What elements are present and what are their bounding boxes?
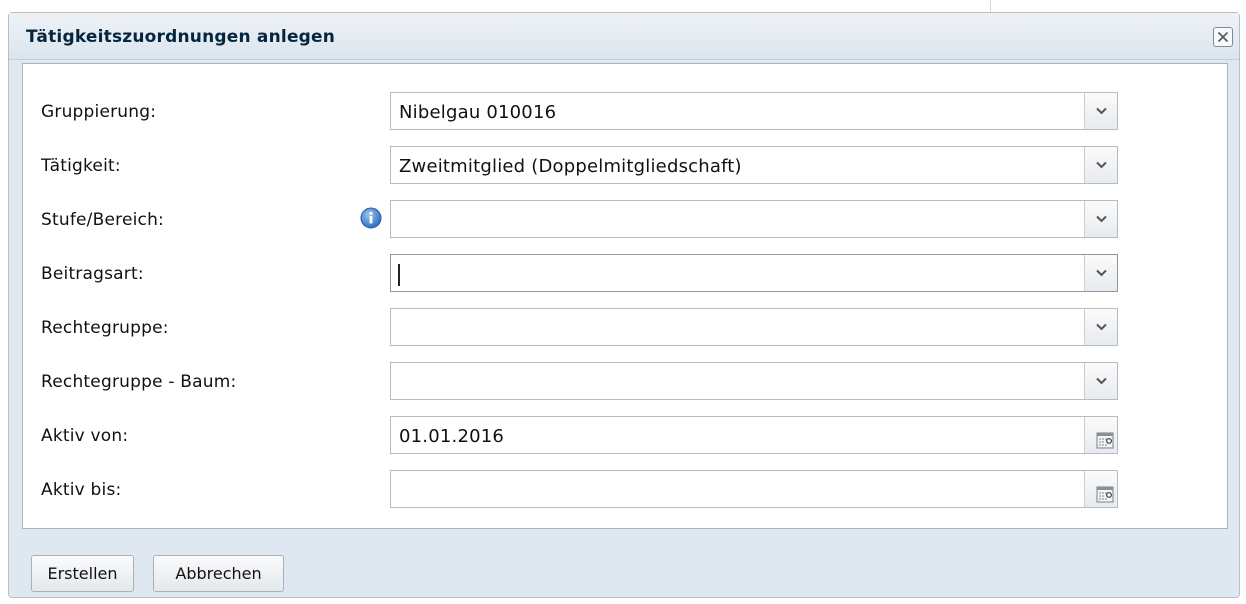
rechtegruppe-dropdown-trigger[interactable] (1084, 309, 1117, 345)
chevron-down-icon (1096, 161, 1107, 169)
cancel-button[interactable]: Abbrechen (153, 555, 284, 592)
row-beitragsart: Beitragsart: (23, 254, 1227, 294)
calendar-icon (1096, 432, 1114, 449)
aktiv-bis-datefield[interactable] (390, 470, 1118, 508)
chevron-down-icon (1096, 323, 1107, 331)
label-rechtegruppe: Rechtegruppe: (41, 318, 169, 338)
chevron-down-icon (1096, 377, 1107, 385)
row-aktiv-bis: Aktiv bis: (23, 470, 1227, 510)
label-rechtegruppe-baum: Rechtegruppe - Baum: (41, 372, 237, 392)
aktiv-von-datefield[interactable]: 01.01.2016 (390, 416, 1118, 454)
chevron-down-icon (1096, 107, 1107, 115)
label-taetigkeit: Tätigkeit: (41, 156, 121, 176)
label-stufe-bereich: Stufe/Bereich: (41, 210, 164, 230)
rechtegruppe-baum-dropdown-trigger[interactable] (1084, 363, 1117, 399)
gruppierung-value[interactable]: Nibelgau 010016 (399, 102, 556, 123)
aktiv-von-value[interactable]: 01.01.2016 (399, 426, 504, 447)
beitragsart-dropdown-trigger[interactable] (1084, 255, 1117, 291)
stufe-bereich-dropdown-trigger[interactable] (1084, 201, 1117, 237)
calendar-icon (1096, 486, 1114, 503)
gruppierung-dropdown-trigger[interactable] (1084, 93, 1117, 129)
form-panel: Gruppierung: Nibelgau 010016 Tätigkeit: … (22, 63, 1228, 529)
label-aktiv-bis: Aktiv bis: (41, 480, 122, 500)
chevron-down-icon (1096, 215, 1107, 223)
row-aktiv-von: Aktiv von: 01.01.2016 (23, 416, 1227, 456)
info-icon[interactable] (360, 207, 382, 229)
row-stufe-bereich: Stufe/Bereich: (23, 200, 1227, 240)
row-taetigkeit: Tätigkeit: Zweitmitglied (Doppelmitglied… (23, 146, 1227, 186)
label-beitragsart: Beitragsart: (41, 264, 144, 284)
close-icon (1217, 31, 1229, 43)
chevron-down-icon (1096, 269, 1107, 277)
text-cursor (398, 264, 400, 286)
label-gruppierung: Gruppierung: (41, 102, 157, 122)
aktiv-bis-calendar-trigger[interactable] (1084, 471, 1117, 507)
row-rechtegruppe: Rechtegruppe: (23, 308, 1227, 348)
rechtegruppe-combo[interactable] (390, 308, 1118, 346)
row-gruppierung: Gruppierung: Nibelgau 010016 (23, 92, 1227, 132)
taetigkeit-dropdown-trigger[interactable] (1084, 147, 1117, 183)
gruppierung-combo[interactable]: Nibelgau 010016 (390, 92, 1118, 130)
dialog-window: Tätigkeitszuordnungen anlegen Gruppierun… (8, 12, 1240, 598)
close-button[interactable] (1213, 27, 1233, 47)
taetigkeit-combo[interactable]: Zweitmitglied (Doppelmitgliedschaft) (390, 146, 1118, 184)
label-aktiv-von: Aktiv von: (41, 426, 129, 446)
taetigkeit-value[interactable]: Zweitmitglied (Doppelmitgliedschaft) (399, 156, 742, 177)
dialog-header: Tätigkeitszuordnungen anlegen (9, 13, 1239, 60)
aktiv-von-calendar-trigger[interactable] (1084, 417, 1117, 453)
create-button[interactable]: Erstellen (31, 555, 134, 592)
rechtegruppe-baum-combo[interactable] (390, 362, 1118, 400)
stufe-bereich-combo[interactable] (390, 200, 1118, 238)
dialog-title: Tätigkeitszuordnungen anlegen (26, 27, 336, 47)
row-rechtegruppe-baum: Rechtegruppe - Baum: (23, 362, 1227, 402)
beitragsart-combo[interactable] (390, 254, 1118, 292)
